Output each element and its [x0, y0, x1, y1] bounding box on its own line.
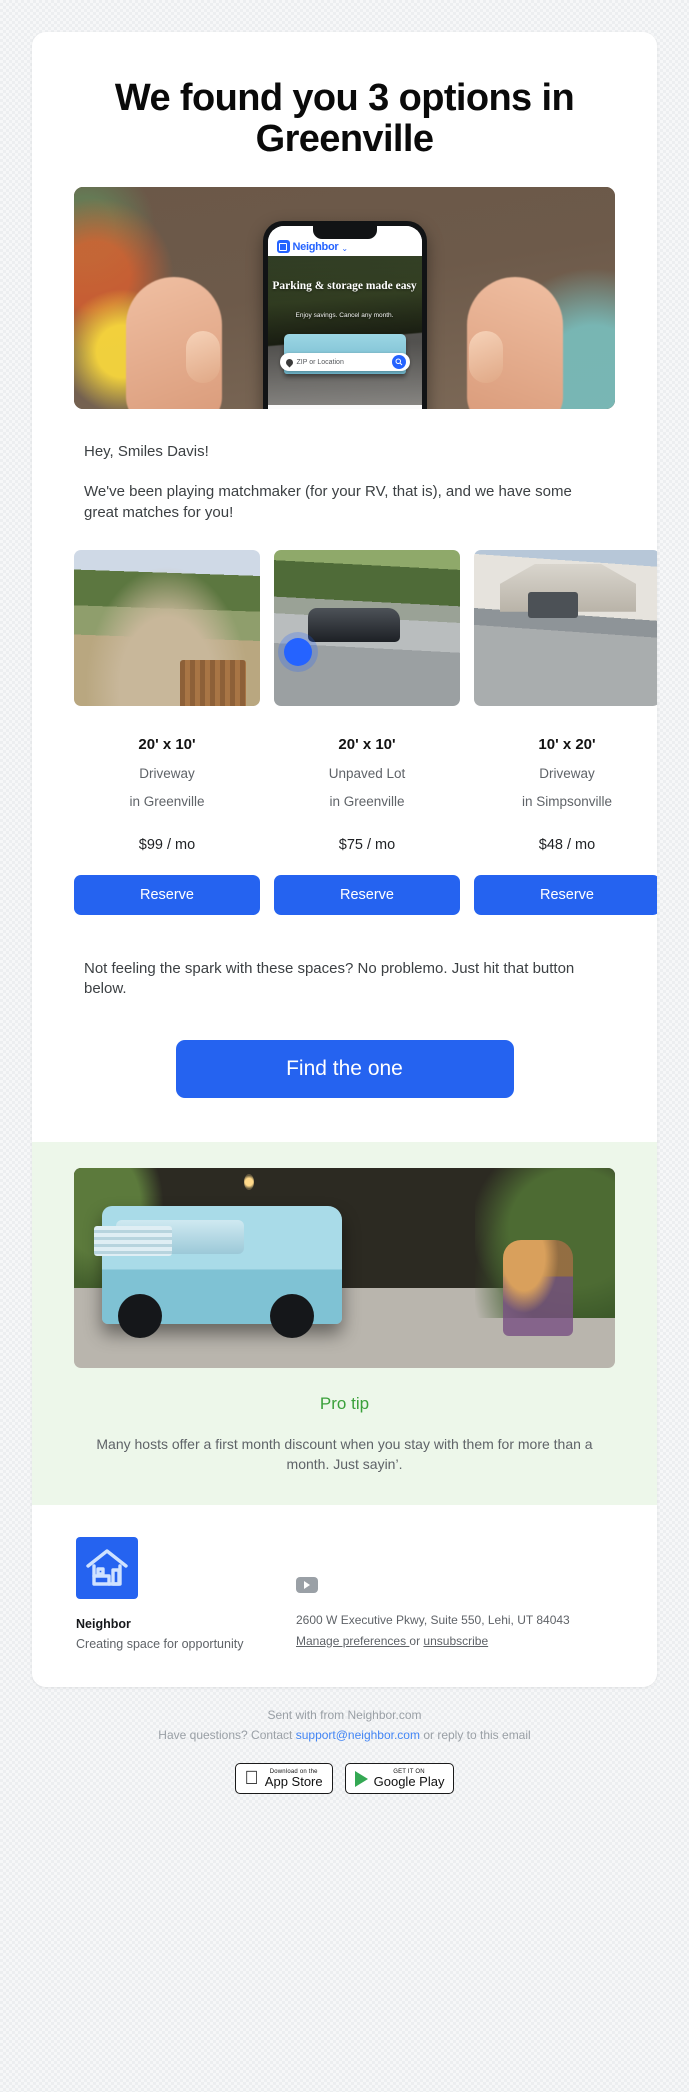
listing-photo[interactable]: [74, 549, 260, 706]
protip-people: [503, 1240, 573, 1337]
headline-section: We found you 3 options in Greenville: [32, 32, 657, 187]
listing-type: Driveway: [139, 765, 195, 781]
phone-subhead: Enjoy savings. Cancel any month.: [295, 312, 394, 320]
listing-city: in Greenville: [129, 793, 205, 809]
neighbor-logo-icon: [76, 1536, 138, 1599]
listing-size: 20' x 10': [138, 735, 196, 753]
cta-description: Not feeling the spark with these spaces?…: [84, 959, 575, 998]
reserve-button[interactable]: Reserve: [274, 874, 460, 915]
listing-type: Driveway: [539, 765, 595, 781]
list-item[interactable]: 10' x 20' Driveway in Simpsonville $48 /…: [474, 549, 657, 915]
phone-screen: Neighbor ⌄ Parking & storage made easy E…: [267, 226, 422, 410]
app-name-label: Neighbor: [292, 241, 339, 254]
listing-city: in Simpsonville: [521, 793, 613, 809]
support-email-link[interactable]: support@neighbor.com: [296, 1728, 420, 1742]
hero-thumb-left: [186, 331, 220, 384]
footer-address: 2600 W Executive Pkwy, Suite 550, Lehi, …: [296, 1612, 570, 1627]
cta-section: Find the one: [32, 1000, 657, 1142]
phone-headline: Parking & storage made easy: [272, 280, 417, 293]
protip-body: Many hosts offer a first month discount …: [96, 1436, 593, 1473]
protip-photo: [74, 1168, 615, 1369]
footer-contact-block: 2600 W Executive Pkwy, Suite 550, Lehi, …: [296, 1537, 613, 1651]
footer-tagline: Creating space for opportunity: [76, 1636, 244, 1651]
footer-links: Manage preferences or unsubscribe: [296, 1634, 613, 1648]
footer-brand-name: Neighbor: [76, 1616, 131, 1631]
neighbor-logo-icon: [276, 240, 290, 254]
listing-price: $48 / mo: [538, 836, 596, 853]
phone-notch: [312, 226, 377, 240]
footer-or-text: or: [409, 1633, 424, 1648]
body-section: Hey, Smiles Davis! We've been playing ma…: [32, 409, 657, 523]
listing-photo[interactable]: [274, 549, 460, 706]
support-line: Have questions? Contact support@neighbor…: [32, 1725, 657, 1745]
reserve-button[interactable]: Reserve: [74, 874, 260, 915]
protip-section: Pro tip Many hosts offer a first month d…: [32, 1142, 657, 1505]
listing-type: Unpaved Lot: [328, 765, 406, 781]
youtube-icon[interactable]: [296, 1576, 318, 1593]
email-card: We found you 3 options in Greenville Nei…: [32, 32, 657, 1687]
listing-size: 10' x 20': [538, 735, 596, 753]
outer-footer: Sent with from Neighbor.com Have questio…: [32, 1705, 657, 1835]
play-triangle-icon: [304, 1580, 310, 1589]
email-footer: Neighbor Creating space for opportunity …: [32, 1504, 657, 1687]
app-store-text: Download on the App Store: [265, 1769, 323, 1789]
intro-text: We've been playing matchmaker (for your …: [84, 483, 572, 521]
app-store-large-label: App Store: [257, 1774, 323, 1790]
app-store-badges:  Download on the App Store GET IT ON Go…: [32, 1763, 657, 1795]
find-the-one-button[interactable]: Find the one: [175, 1040, 514, 1099]
support-suffix: or reply to this email: [419, 1728, 531, 1743]
greeting-text: Hey, Smiles Davis!: [84, 443, 209, 461]
protip-title: Pro tip: [319, 1394, 370, 1414]
protip-lamp: [244, 1174, 254, 1191]
location-pin-icon: [284, 357, 294, 368]
google-play-text: GET IT ON Google Play: [374, 1769, 445, 1789]
google-play-badge[interactable]: GET IT ON Google Play: [344, 1763, 455, 1795]
list-item[interactable]: 20' x 10' Driveway in Greenville $99 / m…: [74, 549, 260, 915]
search-icon[interactable]: [391, 355, 406, 370]
hero-thumb-right: [469, 331, 503, 384]
listing-city: in Greenville: [329, 793, 405, 809]
listing-price: $75 / mo: [338, 836, 396, 853]
apple-icon: : [245, 1769, 259, 1788]
page-title: We found you 3 options in Greenville: [114, 77, 575, 160]
phone-search-placeholder: ZIP or Location: [296, 358, 344, 366]
phone-bottom-bar: What are you: [267, 405, 422, 410]
sent-with-text: Sent with from Neighbor.com: [267, 1707, 422, 1722]
listing-price: $99 / mo: [138, 836, 196, 853]
chevron-down-icon: ⌄: [341, 244, 349, 254]
phone-search-bar[interactable]: ZIP or Location: [279, 353, 410, 372]
phone-mockup: Neighbor ⌄ Parking & storage made easy E…: [262, 221, 427, 410]
phone-hero-photo: Parking & storage made easy Enjoy saving…: [267, 256, 422, 406]
footer-brand-block: Neighbor Creating space for opportunity: [76, 1536, 276, 1651]
list-item[interactable]: 20' x 10' Unpaved Lot in Greenville $75 …: [274, 549, 460, 915]
manage-preferences-link[interactable]: Manage preferences: [296, 1634, 409, 1648]
listing-photo[interactable]: [474, 549, 657, 706]
unsubscribe-link[interactable]: unsubscribe: [423, 1634, 488, 1648]
reserve-button[interactable]: Reserve: [474, 874, 657, 915]
listing-cards: 20' x 10' Driveway in Greenville $99 / m…: [32, 524, 657, 915]
app-store-badge[interactable]:  Download on the App Store: [234, 1763, 333, 1795]
google-play-large-label: Google Play: [366, 1774, 445, 1790]
support-prefix: Have questions? Contact: [158, 1728, 296, 1743]
google-play-icon: [354, 1770, 368, 1787]
hero-image: Neighbor ⌄ Parking & storage made easy E…: [74, 187, 615, 410]
protip-truck-grille: [94, 1226, 172, 1257]
protip-truck: [102, 1206, 342, 1339]
listing-size: 20' x 10': [338, 735, 396, 753]
